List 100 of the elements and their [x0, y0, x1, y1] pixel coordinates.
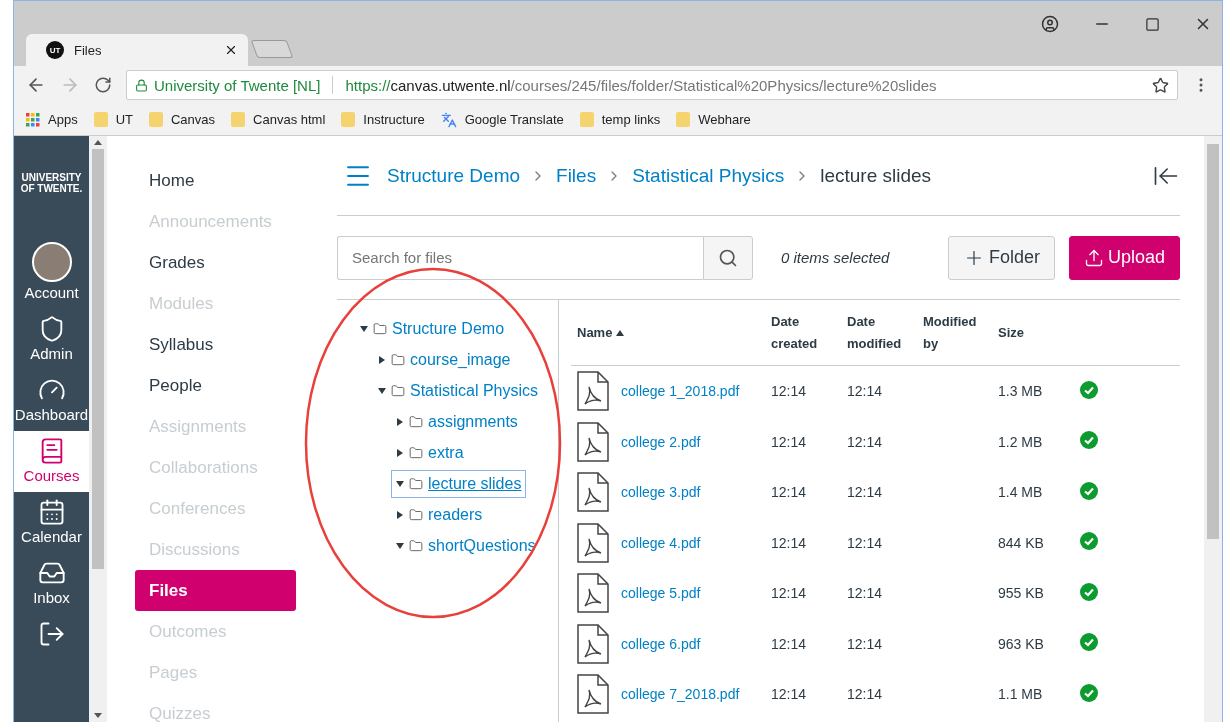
file-link[interactable]: college 5.pdf	[621, 585, 701, 602]
published-check-icon[interactable]	[1080, 683, 1098, 702]
folder-icon	[93, 112, 108, 127]
table-cell-text: 12:14	[847, 383, 884, 400]
folder-tree-item[interactable]: readers	[391, 501, 488, 529]
browser-tab[interactable]: UT Files	[26, 34, 248, 66]
translate-icon	[440, 111, 457, 128]
star-icon[interactable]	[1152, 76, 1169, 94]
folder-icon	[231, 112, 246, 127]
column-header[interactable]: Name	[571, 321, 771, 344]
search-icon	[718, 247, 738, 268]
table-cell-text: 12:14	[847, 686, 884, 703]
file-link[interactable]: college 6.pdf	[621, 635, 701, 652]
folder-tree-item[interactable]: Structure Demo	[355, 315, 510, 343]
maximize-icon[interactable]	[1145, 16, 1160, 32]
file-link[interactable]: college 7_2018.pdf	[621, 686, 740, 703]
bookmark-link[interactable]: Apps	[26, 112, 78, 127]
folder-icon	[409, 508, 423, 522]
tab-title: Files	[74, 42, 103, 58]
search-button[interactable]	[703, 235, 753, 280]
bookmark-link[interactable]: Canvas html	[231, 112, 326, 127]
add-folder-button[interactable]: Folder	[947, 235, 1055, 280]
file-link[interactable]: college 1_2018.pdf	[621, 383, 740, 400]
search-field[interactable]: Search for files	[337, 235, 703, 280]
breadcrumb-link[interactable]: Structure Demo	[387, 164, 521, 187]
table-cell-text: 12:14	[847, 484, 884, 501]
bookmark-link[interactable]: Canvas	[149, 112, 216, 127]
scroll-up-icon[interactable]	[94, 140, 102, 145]
global-nav-item[interactable]: Account	[14, 236, 89, 309]
close-icon[interactable]	[224, 43, 238, 57]
bookmark-link[interactable]: temp links	[579, 112, 661, 127]
bookmark-link[interactable]: Instructure	[341, 112, 425, 127]
pdf-file-icon	[577, 472, 609, 513]
url-text: https://canvas.utwente.nl/courses/245/files/folder/Statistical%20Physics/lecture%20slides	[345, 76, 938, 94]
table-cell-text: 12:14	[847, 585, 884, 602]
scrollbar-thumb[interactable]	[92, 149, 104, 569]
file-link[interactable]: college 3.pdf	[621, 484, 701, 501]
pdf-file-icon	[577, 421, 609, 462]
table-cell-text: 955 KB	[998, 585, 1045, 602]
global-nav-item[interactable]: Dashboard	[14, 370, 89, 431]
folder-icon	[149, 112, 163, 127]
published-check-icon[interactable]	[1080, 532, 1098, 551]
upload-button[interactable]: Upload	[1068, 235, 1180, 280]
caret-icon[interactable]	[396, 542, 404, 550]
folder-icon	[391, 353, 405, 367]
caret-icon[interactable]	[396, 449, 404, 457]
reload-icon[interactable]	[94, 76, 112, 94]
course-nav-link[interactable]: Files	[135, 570, 296, 611]
global-nav-item[interactable]: Admin	[14, 309, 89, 370]
caret-icon[interactable]	[378, 356, 386, 364]
folder-icon	[341, 112, 356, 127]
bookmark-link[interactable]: Webhare	[676, 112, 751, 127]
published-check-icon[interactable]	[1080, 380, 1098, 399]
caret-icon[interactable]	[396, 511, 404, 519]
folder-icon	[391, 384, 405, 398]
folder-tree-item[interactable]: course_image	[373, 346, 516, 374]
table-cell-text: 12:14	[847, 635, 884, 652]
profile-icon[interactable]	[1041, 15, 1059, 33]
column-header[interactable]: Modified by	[923, 310, 998, 355]
file-link[interactable]: college 4.pdf	[621, 534, 701, 551]
caret-icon[interactable]	[378, 387, 386, 395]
avatar-circle	[31, 242, 72, 282]
apps-grid-icon	[26, 112, 40, 127]
folder-tree-item[interactable]: extra	[391, 439, 469, 467]
file-link[interactable]: college 2.pdf	[621, 433, 701, 450]
published-check-icon[interactable]	[1080, 633, 1098, 652]
course-nav-link[interactable]: Grades	[135, 242, 296, 283]
scrollbar-thumb[interactable]	[1207, 144, 1219, 539]
published-check-icon[interactable]	[1080, 582, 1098, 601]
column-header[interactable]: Date modified	[847, 310, 923, 355]
bookmark-link[interactable]: Google Translate	[440, 111, 564, 128]
column-header[interactable]: Size	[998, 321, 1080, 344]
global-nav-item[interactable]: Inbox	[14, 553, 89, 614]
folder-tree-item[interactable]: assignments	[391, 408, 523, 436]
upload-icon	[1083, 247, 1104, 268]
table-cell-text: 1.1 MB	[998, 686, 1044, 703]
global-nav-item[interactable]: Courses	[14, 431, 89, 492]
breadcrumb-link[interactable]: Statistical Physics	[632, 164, 785, 187]
security-label: University of Twente [NL]	[154, 76, 321, 94]
published-check-icon[interactable]	[1080, 481, 1098, 500]
folder-tree-item[interactable]: lecture slides	[391, 470, 527, 498]
bookmark-link[interactable]: UT	[93, 112, 133, 127]
pdf-file-icon	[577, 623, 609, 664]
scroll-down-icon[interactable]	[94, 713, 102, 718]
address-bar[interactable]: University of Twente [NL] https://canvas.utwente.nl/courses/245/files/folder/Statistical%20Physics/lecture%20slides	[126, 70, 1178, 100]
pdf-file-icon	[577, 522, 609, 563]
caret-icon[interactable]	[360, 325, 368, 333]
course-nav-link[interactable]: Syllabus	[135, 324, 296, 365]
folder-tree-item[interactable]: Statistical Physics	[373, 377, 544, 405]
caret-icon[interactable]	[396, 480, 404, 488]
course-nav-link[interactable]: People	[135, 365, 296, 406]
course-nav-link[interactable]: Home	[135, 160, 296, 201]
folder-icon	[409, 446, 423, 460]
table-cell-text: 12:14	[771, 635, 808, 652]
caret-icon[interactable]	[396, 418, 404, 426]
column-header[interactable]: Date created	[771, 310, 847, 355]
breadcrumb-link[interactable]: Files	[556, 164, 597, 187]
global-nav-item[interactable]: Calendar	[14, 492, 89, 553]
published-check-icon[interactable]	[1080, 431, 1098, 450]
folder-tree-item[interactable]: shortQuestions	[391, 532, 541, 560]
